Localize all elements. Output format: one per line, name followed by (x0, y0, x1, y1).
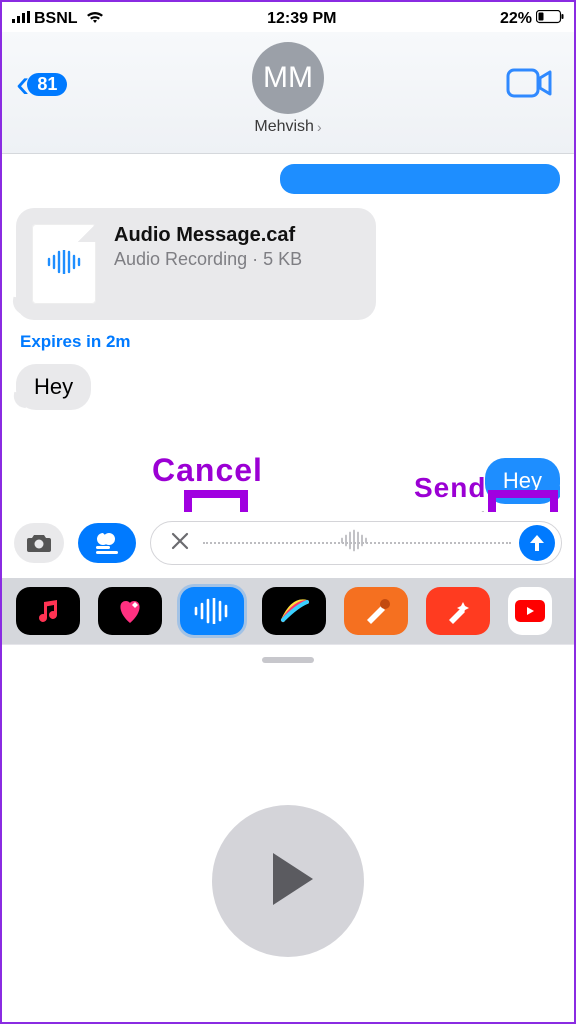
sent-message-fragment[interactable] (280, 164, 560, 194)
app-music[interactable] (16, 587, 80, 635)
avatar: MM (252, 42, 324, 114)
expiry-label: Expires in 2m (20, 332, 560, 352)
message-list[interactable]: Audio Message.caf Audio Recording · 5 KB… (2, 164, 574, 528)
audio-attachment-bubble[interactable]: Audio Message.caf Audio Recording · 5 KB (16, 208, 376, 320)
incoming-message-text: Hey (34, 374, 73, 399)
app-effects[interactable] (426, 587, 490, 635)
send-button[interactable] (519, 525, 555, 561)
contact-info[interactable]: MM Mehvish › (252, 42, 324, 136)
drawer-grabber[interactable] (262, 657, 314, 663)
back-button[interactable]: ‹ 81 (16, 62, 67, 107)
battery-icon (536, 10, 564, 29)
wifi-icon (86, 10, 104, 29)
attachment-title: Audio Message.caf (114, 224, 302, 247)
status-bar: BSNL 12:39 PM 22% (2, 2, 574, 32)
annotation-cancel: Cancel (152, 452, 263, 489)
facetime-button[interactable] (506, 66, 554, 105)
compose-row (2, 512, 574, 574)
play-icon (267, 851, 317, 912)
arrow-up-icon (527, 533, 547, 553)
waveform-icon (340, 530, 374, 557)
imessage-app-drawer[interactable] (2, 578, 574, 644)
recording-waveform[interactable] (203, 532, 511, 554)
app-heart[interactable] (98, 587, 162, 635)
audio-preview-panel (2, 644, 574, 1022)
audio-compose-field (150, 521, 562, 565)
incoming-message[interactable]: Hey (16, 364, 91, 410)
app-digital-touch[interactable] (262, 587, 326, 635)
annotation-send: Send (414, 472, 486, 504)
waveform-icon (47, 250, 81, 279)
clock: 12:39 PM (267, 10, 336, 28)
file-icon (32, 224, 96, 304)
attachment-subtitle: Audio Recording · 5 KB (114, 247, 302, 271)
avatar-initials: MM (263, 61, 313, 95)
cancel-recording-button[interactable] (165, 526, 195, 560)
app-audio-messages[interactable] (180, 587, 244, 635)
chevron-right-icon: › (317, 119, 322, 135)
app-garageband[interactable] (344, 587, 408, 635)
carrier-label: BSNL (34, 10, 78, 28)
play-button[interactable] (212, 805, 364, 957)
app-youtube[interactable] (508, 587, 552, 635)
camera-button[interactable] (14, 523, 64, 563)
apps-button[interactable] (78, 523, 136, 563)
conversation-header: ‹ 81 MM Mehvish › (2, 32, 574, 154)
battery-percent: 22% (500, 10, 532, 28)
contact-name: Mehvish (254, 118, 314, 136)
unread-count-badge: 81 (27, 73, 67, 96)
close-icon (171, 532, 189, 550)
signal-icon (12, 10, 30, 28)
